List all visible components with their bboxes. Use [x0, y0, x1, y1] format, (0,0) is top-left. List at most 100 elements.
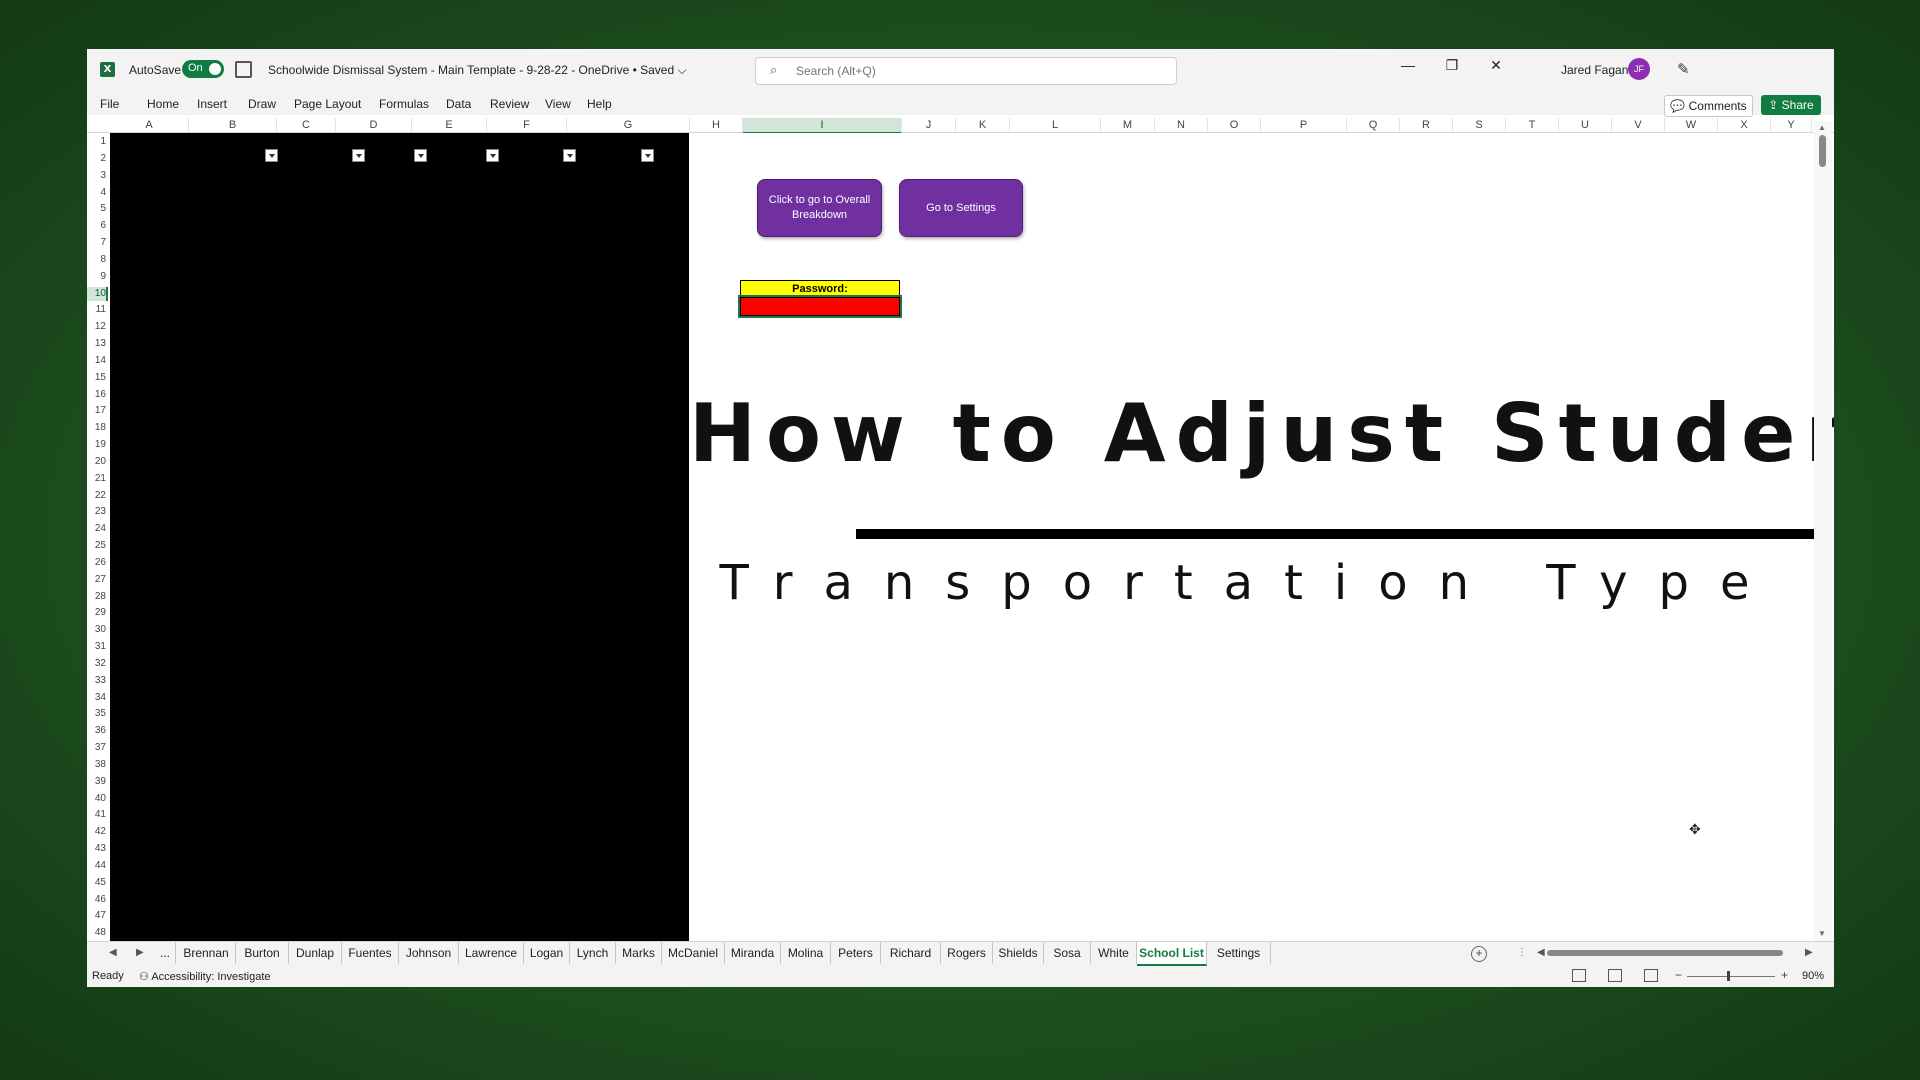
- sheet-tab-miranda[interactable]: Miranda: [725, 942, 781, 964]
- row-number[interactable]: 16: [87, 388, 106, 403]
- menu-file[interactable]: File: [100, 97, 119, 111]
- column-header-x[interactable]: X: [1718, 118, 1771, 132]
- column-header-l[interactable]: L: [1010, 118, 1101, 132]
- row-number[interactable]: 39: [87, 775, 106, 790]
- sheet-tab-brennan[interactable]: Brennan: [177, 942, 236, 964]
- share-button[interactable]: ⇪ Share: [1761, 95, 1821, 115]
- page-layout-view-icon[interactable]: [1608, 969, 1622, 982]
- filter-dropdown-icon[interactable]: [414, 149, 427, 162]
- vertical-scroll-thumb[interactable]: [1819, 135, 1826, 167]
- minimize-icon[interactable]: —: [1393, 57, 1423, 73]
- row-number[interactable]: 23: [87, 505, 106, 520]
- sheet-tab-logan[interactable]: Logan: [524, 942, 570, 964]
- row-number[interactable]: 17: [87, 404, 106, 419]
- row-number[interactable]: 30: [87, 623, 106, 638]
- hscroll-right-icon[interactable]: ▶: [1805, 947, 1813, 958]
- row-number[interactable]: 19: [87, 438, 106, 453]
- filter-dropdown-icon[interactable]: [641, 149, 654, 162]
- row-number[interactable]: 6: [87, 219, 106, 234]
- column-header-n[interactable]: N: [1155, 118, 1208, 132]
- row-number[interactable]: 10: [87, 286, 108, 302]
- filter-dropdown-icon[interactable]: [352, 149, 365, 162]
- menu-review[interactable]: Review: [490, 97, 529, 111]
- row-number[interactable]: 5: [87, 202, 106, 217]
- tab-split-handle-icon[interactable]: ⋮: [1517, 947, 1527, 958]
- tab-scroll-right-icon[interactable]: ▶: [136, 947, 144, 958]
- column-header-k[interactable]: K: [956, 118, 1010, 132]
- sheet-tab-sosa[interactable]: Sosa: [1044, 942, 1091, 964]
- row-number[interactable]: 13: [87, 337, 106, 352]
- row-number[interactable]: 31: [87, 640, 106, 655]
- row-number[interactable]: 7: [87, 236, 106, 251]
- sheet-tab-rogers[interactable]: Rogers: [941, 942, 993, 964]
- menu-page-layout[interactable]: Page Layout: [294, 97, 361, 111]
- column-header-r[interactable]: R: [1400, 118, 1453, 132]
- column-header-w[interactable]: W: [1665, 118, 1718, 132]
- row-number[interactable]: 12: [87, 320, 106, 335]
- document-title[interactable]: Schoolwide Dismissal System - Main Templ…: [268, 63, 687, 78]
- row-number[interactable]: 21: [87, 472, 106, 487]
- column-header-f[interactable]: F: [487, 118, 567, 132]
- sheet-tab-white[interactable]: White: [1091, 942, 1137, 964]
- row-number[interactable]: 20: [87, 455, 106, 470]
- row-number[interactable]: 3: [87, 169, 106, 184]
- row-number[interactable]: 22: [87, 489, 106, 504]
- column-header-y[interactable]: Y: [1771, 118, 1812, 132]
- row-number[interactable]: 18: [87, 421, 106, 436]
- sheet-tab-marks[interactable]: Marks: [616, 942, 662, 964]
- search-box[interactable]: ⌕: [755, 57, 1177, 85]
- column-header-i[interactable]: I: [743, 118, 902, 134]
- row-number[interactable]: 41: [87, 808, 106, 823]
- restore-icon[interactable]: ❐: [1437, 57, 1467, 74]
- row-number[interactable]: 44: [87, 859, 106, 874]
- sheet-tab-dunlap[interactable]: Dunlap: [289, 942, 342, 964]
- save-icon[interactable]: [235, 61, 252, 78]
- scroll-up-icon[interactable]: ▲: [1818, 123, 1826, 132]
- column-header-g[interactable]: G: [567, 118, 690, 132]
- menu-data[interactable]: Data: [446, 97, 471, 111]
- sheet-tab-lynch[interactable]: Lynch: [570, 942, 616, 964]
- sheet-tab-shields[interactable]: Shields: [993, 942, 1044, 964]
- go-to-settings-button[interactable]: Go to Settings: [899, 179, 1023, 237]
- accessibility-status[interactable]: ⚇ Accessibility: Investigate: [139, 970, 271, 983]
- sheet-tab-fuentes[interactable]: Fuentes: [342, 942, 399, 964]
- row-number[interactable]: 27: [87, 573, 106, 588]
- column-header-v[interactable]: V: [1612, 118, 1665, 132]
- sheet-tab-molina[interactable]: Molina: [781, 942, 831, 964]
- password-cell[interactable]: [738, 295, 902, 318]
- column-header-h[interactable]: H: [690, 118, 743, 132]
- column-header-d[interactable]: D: [336, 118, 412, 132]
- zoom-slider[interactable]: [1687, 976, 1775, 977]
- page-break-view-icon[interactable]: [1644, 969, 1658, 982]
- close-icon[interactable]: ✕: [1481, 57, 1511, 74]
- sheet-tab-mcdaniel[interactable]: McDaniel: [662, 942, 725, 964]
- row-number[interactable]: 4: [87, 186, 106, 201]
- column-header-q[interactable]: Q: [1347, 118, 1400, 132]
- row-number[interactable]: 8: [87, 253, 106, 268]
- comments-button[interactable]: 💬 Comments: [1664, 95, 1753, 117]
- menu-home[interactable]: Home: [147, 97, 179, 111]
- row-number[interactable]: 25: [87, 539, 106, 554]
- row-number[interactable]: 29: [87, 606, 106, 621]
- scroll-down-icon[interactable]: ▼: [1818, 929, 1826, 938]
- row-number[interactable]: 35: [87, 707, 106, 722]
- zoom-out-icon[interactable]: −: [1675, 968, 1682, 982]
- column-header-s[interactable]: S: [1453, 118, 1506, 132]
- row-number[interactable]: 32: [87, 657, 106, 672]
- horizontal-scroll-thumb[interactable]: [1547, 950, 1783, 956]
- row-number[interactable]: 45: [87, 876, 106, 891]
- row-number[interactable]: 15: [87, 371, 106, 386]
- sheet-tab-burton[interactable]: Burton: [236, 942, 289, 964]
- column-header-p[interactable]: P: [1261, 118, 1347, 132]
- column-header-b[interactable]: B: [189, 118, 277, 132]
- zoom-level[interactable]: 90%: [1802, 970, 1824, 982]
- column-header-c[interactable]: C: [277, 118, 336, 132]
- column-header-j[interactable]: J: [902, 118, 956, 132]
- sheet-tab-settings[interactable]: Settings: [1207, 942, 1271, 964]
- tab-more[interactable]: ...: [155, 942, 176, 964]
- row-number[interactable]: 28: [87, 590, 106, 605]
- column-header-m[interactable]: M: [1101, 118, 1155, 132]
- sheet-tab-richard[interactable]: Richard: [881, 942, 941, 964]
- column-header-u[interactable]: U: [1559, 118, 1612, 132]
- column-header-e[interactable]: E: [412, 118, 487, 132]
